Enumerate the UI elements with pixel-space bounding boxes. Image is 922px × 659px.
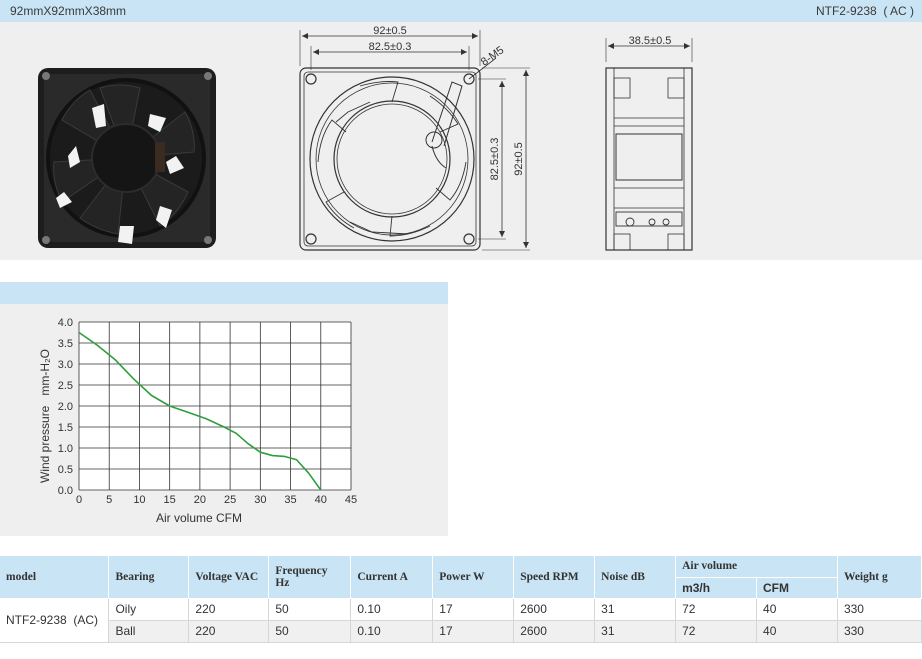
x-tick-label: 25 — [224, 494, 236, 506]
cell-power: 17 — [432, 598, 515, 621]
header-frequency: Frequency Hz — [268, 556, 352, 599]
cell-voltage: 220 — [188, 598, 270, 621]
cell-bearing: Ball — [108, 620, 190, 643]
table-header-row: model Bearing Voltage VAC Frequency Hz C… — [0, 556, 922, 599]
size-label: 92mmX92mmX38mm — [10, 4, 127, 18]
depth-dimension: 38.5±0.5 — [629, 35, 672, 47]
model-label: NTF2-9238 ( AC ) — [815, 4, 914, 18]
cell-weight: 330 — [837, 620, 922, 643]
performance-curve-chart: 0 5 10 15 20 25 30 35 40 45 0.0 0.5 1.0 1.5 2.0 2.5 3.0 3… — [38, 317, 357, 525]
hole-height-dimension: 82.5±0.3 — [489, 138, 501, 181]
header-air-volume: Air volume — [675, 556, 838, 578]
y-tick-label: 2.5 — [58, 380, 73, 392]
header-current: Current A — [350, 556, 434, 599]
cell-current: 0.10 — [350, 598, 434, 621]
y-tick-label: 1.5 — [58, 422, 73, 434]
cell-m3h: 72 — [675, 620, 758, 643]
cell-frequency: 50 — [268, 598, 352, 621]
y-tick-label: 3.5 — [58, 338, 73, 350]
cell-bearing: Oily — [108, 598, 190, 621]
header-power: Power W — [432, 556, 515, 599]
y-tick-label: 1.0 — [58, 443, 73, 455]
y-tick-label: 3.0 — [58, 359, 73, 371]
spec-table: model Bearing Voltage VAC Frequency Hz C… — [0, 556, 922, 643]
cell-noise: 31 — [594, 620, 677, 643]
x-tick-label: 5 — [106, 494, 112, 506]
table-row: Ball 220 50 0.10 17 2600 31 72 40 330 — [0, 620, 922, 643]
cell-cfm: 40 — [756, 620, 838, 643]
outer-height-dimension: 92±0.5 — [513, 142, 525, 176]
chart-header — [0, 282, 448, 304]
header-voltage: Voltage VAC — [188, 556, 270, 599]
cell-frequency: 50 — [268, 620, 352, 643]
side-view-drawing — [605, 38, 693, 251]
x-tick-label: 40 — [315, 494, 327, 506]
header-cfm: CFM — [756, 577, 838, 599]
x-tick-label: 30 — [254, 494, 266, 506]
cell-speed: 2600 — [513, 598, 596, 621]
y-tick-label: 0.0 — [58, 485, 73, 497]
header-speed: Speed RPM — [513, 556, 596, 599]
chart-area: 0 5 10 15 20 25 30 35 40 45 0.0 0.5 1.0 1.5 2.0 2.5 3.0 3… — [0, 304, 448, 536]
fan-photo — [38, 68, 216, 248]
cell-current: 0.10 — [350, 620, 434, 643]
cell-m3h: 72 — [675, 598, 758, 621]
cell-power: 17 — [432, 620, 515, 643]
x-tick-label: 15 — [164, 494, 176, 506]
x-tick-label: 20 — [194, 494, 206, 506]
y-axis-label: Wind pressure mm-H₂O — [38, 349, 52, 483]
header-model: model — [0, 556, 110, 599]
header-m3h: m3/h — [675, 577, 758, 599]
header-noise: Noise dB — [594, 556, 677, 599]
hole-width-dimension: 82.5±0.3 — [369, 41, 412, 53]
x-tick-label: 0 — [76, 494, 82, 506]
cell-model: NTF2-9238 (AC) — [0, 598, 110, 643]
table-row: NTF2-9238 (AC) Oily 220 50 0.10 17 2600 … — [0, 598, 922, 643]
cell-noise: 31 — [594, 598, 677, 621]
header-bar: 92mmX92mmX38mm NTF2-9238 ( AC ) — [0, 0, 922, 22]
x-tick-label: 45 — [345, 494, 357, 506]
cell-cfm: 40 — [756, 598, 838, 621]
x-axis-label: Air volume CFM — [156, 511, 242, 525]
technical-drawing: 92±0.5 82.5±0.3 82.5±0.3 92±0.5 8-M5 38.… — [38, 25, 693, 251]
cell-voltage: 220 — [188, 620, 270, 643]
y-tick-label: 2.0 — [58, 401, 73, 413]
cell-weight: 330 — [837, 598, 922, 621]
outer-width-dimension: 92±0.5 — [373, 25, 407, 37]
cell-speed: 2600 — [513, 620, 596, 643]
screw-spec-label: 8-M5 — [479, 44, 506, 68]
x-tick-label: 10 — [133, 494, 145, 506]
x-tick-label: 35 — [284, 494, 296, 506]
drawing-area: 92±0.5 82.5±0.3 82.5±0.3 92±0.5 8-M5 38.… — [0, 22, 922, 260]
header-weight: Weight g — [837, 556, 922, 599]
header-bearing: Bearing — [108, 556, 190, 599]
y-tick-label: 4.0 — [58, 317, 73, 329]
y-tick-label: 0.5 — [58, 464, 73, 476]
